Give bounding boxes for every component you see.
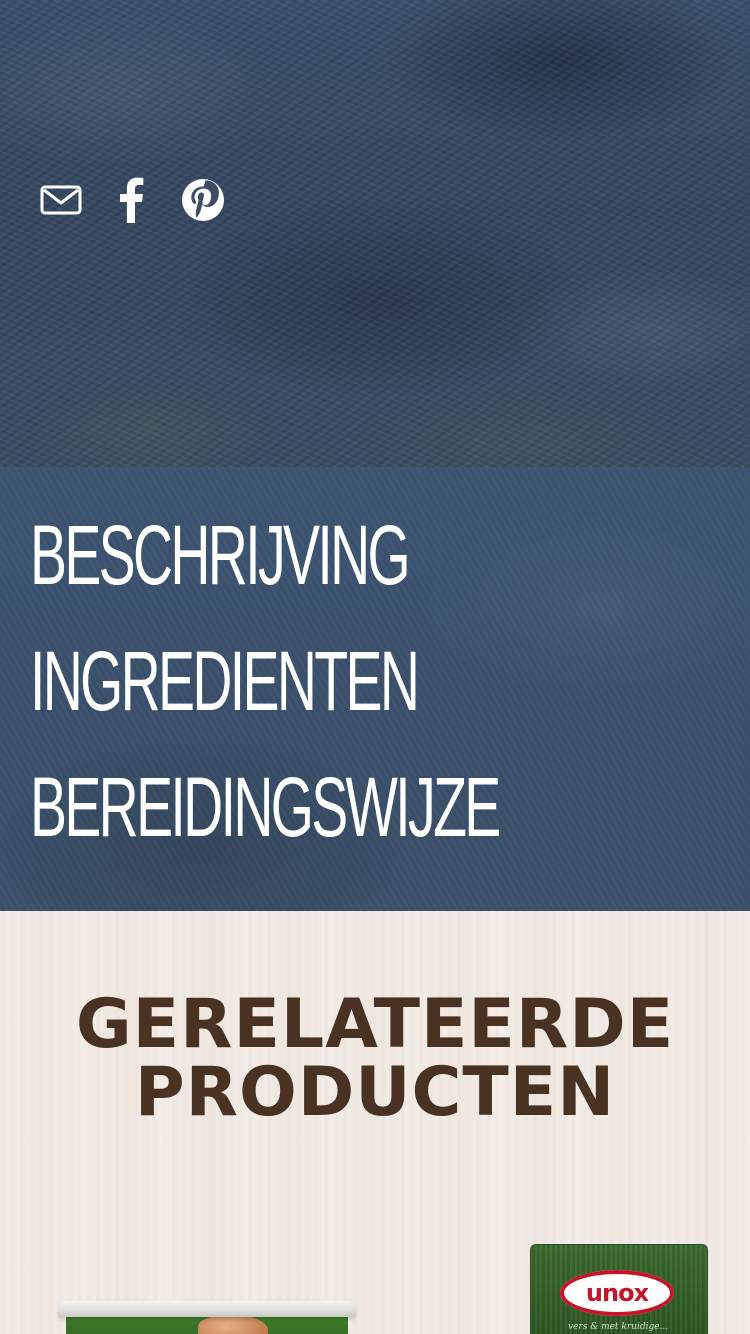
bag-tagline: vers & met kruidige... xyxy=(568,1322,669,1332)
hero-texture xyxy=(0,0,750,467)
tub-lid-rim xyxy=(58,1301,356,1317)
recipe-section-nav: BESCHRIJVING INGREDIENTEN BEREIDINGSWIJZ… xyxy=(0,467,750,911)
nav-item-beschrijving[interactable]: BESCHRIJVING xyxy=(30,507,499,633)
pinterest-icon xyxy=(182,179,224,221)
mail-icon xyxy=(40,185,82,215)
nav-item-ingredienten[interactable]: INGREDIENTEN xyxy=(30,633,499,759)
hero-image xyxy=(0,0,750,467)
product-card-unox-bag[interactable]: unox vers & met kruidige... xyxy=(530,1244,708,1334)
share-facebook-button[interactable] xyxy=(108,176,154,224)
product-card-tub[interactable] xyxy=(58,1301,356,1334)
share-email-button[interactable] xyxy=(38,176,84,224)
unox-logo: unox xyxy=(560,1270,674,1316)
unox-logo-text: unox xyxy=(585,1279,649,1307)
share-bar xyxy=(38,176,226,224)
related-title-line-2: PRODUCTEN xyxy=(134,1053,616,1132)
recipe-section-list: BESCHRIJVING INGREDIENTEN BEREIDINGSWIJZ… xyxy=(30,507,740,885)
related-title-line-1: GERELATEERDE xyxy=(75,985,675,1064)
share-pinterest-button[interactable] xyxy=(180,176,226,224)
related-products-title: GERELATEERDE PRODUCTEN xyxy=(0,991,750,1127)
related-products-section: GERELATEERDE PRODUCTEN unox vers & met k… xyxy=(0,911,750,1334)
nav-item-bereidingswijze[interactable]: BEREIDINGSWIJZE xyxy=(30,759,501,885)
facebook-icon xyxy=(120,177,144,223)
